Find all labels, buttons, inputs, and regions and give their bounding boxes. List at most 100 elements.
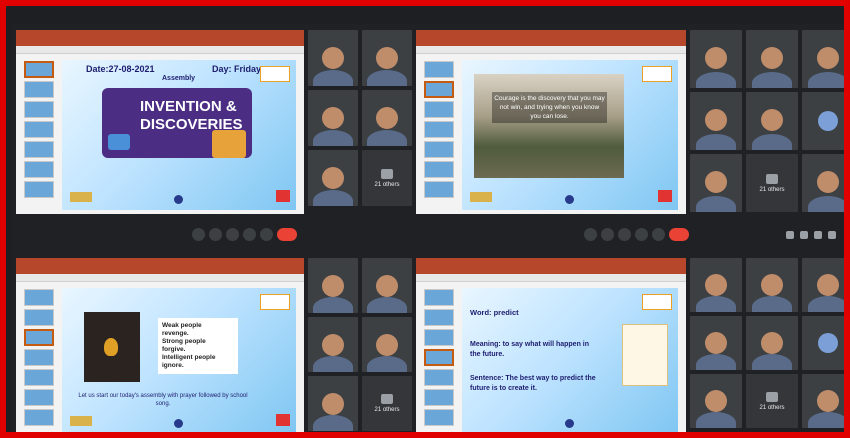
slide-badge [70,192,92,202]
others-tile[interactable]: 21 others [746,154,798,212]
present-button[interactable] [243,228,256,241]
slide-thumbnail[interactable] [24,101,54,118]
slide-thumbnail[interactable] [424,101,454,118]
slide-thumbnail[interactable] [24,309,54,326]
mic-button[interactable] [584,228,597,241]
participant-tile[interactable] [746,92,798,150]
participant-tile[interactable] [308,150,358,206]
ppt-toolbar[interactable] [416,274,686,282]
people-icon [766,173,778,184]
participant-tile[interactable] [802,316,844,370]
slide-thumbnail[interactable] [424,369,454,386]
ppt-toolbar[interactable] [416,46,686,54]
slide-thumbnail[interactable] [424,309,454,326]
info-icon[interactable] [786,231,794,239]
participant-tile[interactable] [746,258,798,312]
slide-thumbnail[interactable] [424,289,454,306]
participant-tile[interactable] [308,317,358,372]
participant-tile[interactable] [802,154,844,212]
participant-tile[interactable] [308,376,358,431]
slide-thumbnail[interactable] [424,81,454,98]
participant-tile[interactable] [690,316,742,370]
ppt-ribbon[interactable] [16,30,304,46]
captions-button[interactable] [226,228,239,241]
ppt-ribbon[interactable] [16,258,304,274]
slide-thumbnail[interactable] [24,141,54,158]
others-tile[interactable]: 21 others [746,374,798,428]
slide-thumbnail[interactable] [24,369,54,386]
slide-thumbnail[interactable] [24,61,54,78]
mic-button[interactable] [192,228,205,241]
participant-tile[interactable] [802,258,844,312]
participant-video [761,332,783,355]
participant-tile[interactable] [802,92,844,150]
participant-tile[interactable] [690,154,742,212]
ppt-ribbon[interactable] [416,258,686,274]
ppt-toolbar[interactable] [16,46,304,54]
others-count-label: 21 others [759,186,785,193]
participant-tile[interactable] [690,92,742,150]
end-call-button[interactable] [669,228,689,241]
slide-emblem [276,414,290,426]
slide-thumbnails[interactable] [18,286,58,432]
slide-thumbnail[interactable] [424,409,454,426]
slide-thumbnail[interactable] [424,161,454,178]
participant-tile[interactable] [308,30,358,86]
participant-tile[interactable] [362,317,412,372]
side-controls [786,231,836,239]
camera-button[interactable] [209,228,222,241]
activities-icon[interactable] [828,231,836,239]
slide-thumbnail[interactable] [24,409,54,426]
participant-tile[interactable] [362,258,412,313]
slide-thumbnail[interactable] [24,349,54,366]
slide-thumbnail[interactable] [424,141,454,158]
slide-thumbnails[interactable] [418,58,458,212]
participant-video [322,166,344,189]
slide-thumbnail[interactable] [24,81,54,98]
school-logo [260,294,290,310]
participant-tile[interactable] [308,258,358,313]
participant-tile[interactable] [362,30,412,86]
slide-word: Word: predict [470,308,519,317]
ppt-toolbar[interactable] [16,274,304,282]
call-controls [192,228,297,241]
slide-thumbnail[interactable] [24,161,54,178]
slide-thumbnail[interactable] [424,329,454,346]
chat-icon[interactable] [814,231,822,239]
slide-thumbnail[interactable] [24,389,54,406]
participant-tile[interactable] [362,90,412,146]
participant-video [367,130,407,146]
participant-tile[interactable] [308,90,358,146]
slide-thumbnail[interactable] [424,389,454,406]
slide-thumbnail[interactable] [424,61,454,78]
slide-thumbnail[interactable] [24,181,54,198]
slide-thumbnail[interactable] [424,181,454,198]
slide-thumbnail[interactable] [24,121,54,138]
slide-thumbnail[interactable] [424,121,454,138]
more-options-button[interactable] [652,228,665,241]
camera-button[interactable] [601,228,614,241]
participant-tile[interactable] [802,374,844,428]
slide-thumbnails[interactable] [18,58,58,212]
others-tile[interactable]: 21 others [362,150,412,206]
participant-video [752,296,792,312]
slide-thumbnail[interactable] [24,329,54,346]
others-tile[interactable]: 21 others [362,376,412,431]
participant-tile[interactable] [690,374,742,428]
participant-tile[interactable] [746,316,798,370]
slide-thumbnail[interactable] [24,289,54,306]
more-options-button[interactable] [260,228,273,241]
participant-tile[interactable] [802,30,844,88]
end-call-button[interactable] [277,228,297,241]
ppt-ribbon[interactable] [416,30,686,46]
participant-tile[interactable] [746,30,798,88]
slide-thumbnails[interactable] [418,286,458,432]
captions-button[interactable] [618,228,631,241]
participant-video [705,332,727,355]
people-icon[interactable] [800,231,808,239]
participant-tile[interactable] [690,258,742,312]
participant-video [808,196,844,212]
participant-tile[interactable] [690,30,742,88]
present-button[interactable] [635,228,648,241]
slide-thumbnail[interactable] [424,349,454,366]
